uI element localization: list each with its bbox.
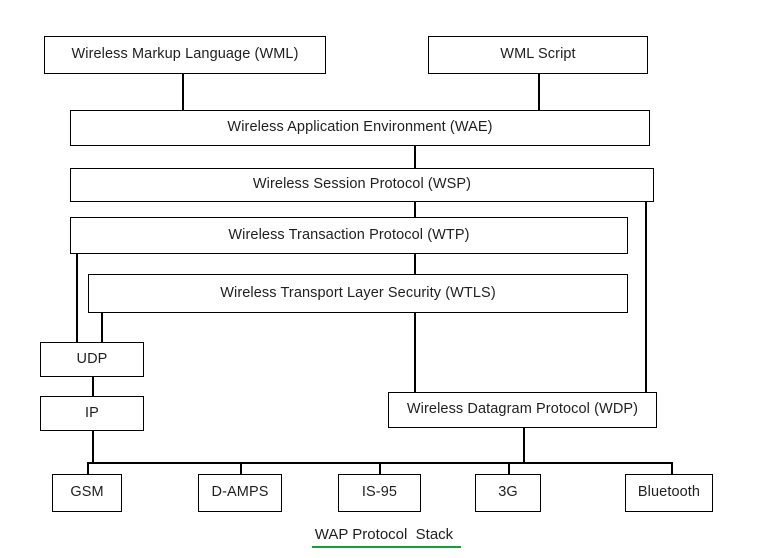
node-ip: IP xyxy=(40,396,144,431)
connector-wmlscript-to-wae xyxy=(538,74,540,110)
connector-wml-to-wae xyxy=(182,74,184,110)
node-udp: UDP xyxy=(40,342,144,377)
connector-ip-to-bus xyxy=(92,431,94,463)
node-label-udp: UDP xyxy=(76,350,108,367)
node-label-wtp: Wireless Transaction Protocol (WTP) xyxy=(228,226,470,243)
node-label-wmlscript: WML Script xyxy=(500,46,576,63)
node-label-gsm: GSM xyxy=(70,484,104,501)
diagram-caption-underline xyxy=(312,546,461,548)
node-wtp: Wireless Transaction Protocol (WTP) xyxy=(70,217,628,254)
connector-wtp-left-to-udp xyxy=(76,254,78,342)
connector-wdp-to-bus xyxy=(523,428,525,463)
connector-wae-to-wsp xyxy=(414,146,416,168)
node-label-3g: 3G xyxy=(498,484,518,501)
connector-bus-to-3g xyxy=(508,462,510,474)
connector-wtls-to-wdp xyxy=(414,313,416,392)
node-label-wtls: Wireless Transport Layer Security (WTLS) xyxy=(220,284,496,301)
node-label-damps: D-AMPS xyxy=(211,484,269,501)
connector-wsp-to-wtp xyxy=(414,202,416,217)
node-label-wml: Wireless Markup Language (WML) xyxy=(71,46,299,63)
node-label-ip: IP xyxy=(85,404,99,421)
node-label-is95: IS-95 xyxy=(361,484,398,501)
connector-bus-to-bluetooth xyxy=(671,462,673,474)
connector-bus-to-gsm xyxy=(87,462,89,474)
node-label-wae: Wireless Application Environment (WAE) xyxy=(227,119,493,136)
node-wae: Wireless Application Environment (WAE) xyxy=(70,110,650,146)
connector-wtp-to-wtls xyxy=(414,254,416,274)
node-label-bluetooth: Bluetooth xyxy=(637,484,701,501)
connector-bus-to-damps xyxy=(240,462,242,474)
node-wtls: Wireless Transport Layer Security (WTLS) xyxy=(88,274,628,313)
node-label-wsp: Wireless Session Protocol (WSP) xyxy=(252,176,472,193)
node-wml: Wireless Markup Language (WML) xyxy=(44,36,326,74)
node-label-wdp: Wireless Datagram Protocol (WDP) xyxy=(406,401,639,418)
connector-wtls-left-to-udp xyxy=(101,313,103,342)
node-wmlscript: WML Script xyxy=(428,36,648,74)
connector-bus-to-is95 xyxy=(379,462,381,474)
wap-protocol-stack-diagram: Wireless Markup Language (WML) WML Script… xyxy=(0,0,768,558)
node-wsp: Wireless Session Protocol (WSP) xyxy=(70,168,654,202)
node-3g: 3G xyxy=(475,474,541,512)
diagram-caption: WAP Protocol Stack xyxy=(314,526,454,543)
node-damps: D-AMPS xyxy=(198,474,282,512)
node-wdp: Wireless Datagram Protocol (WDP) xyxy=(388,392,657,428)
node-is95: IS-95 xyxy=(338,474,421,512)
connector-udp-to-ip xyxy=(92,377,94,396)
node-bluetooth: Bluetooth xyxy=(625,474,713,512)
node-gsm: GSM xyxy=(52,474,122,512)
connector-wsp-right-to-wdp xyxy=(645,202,647,392)
